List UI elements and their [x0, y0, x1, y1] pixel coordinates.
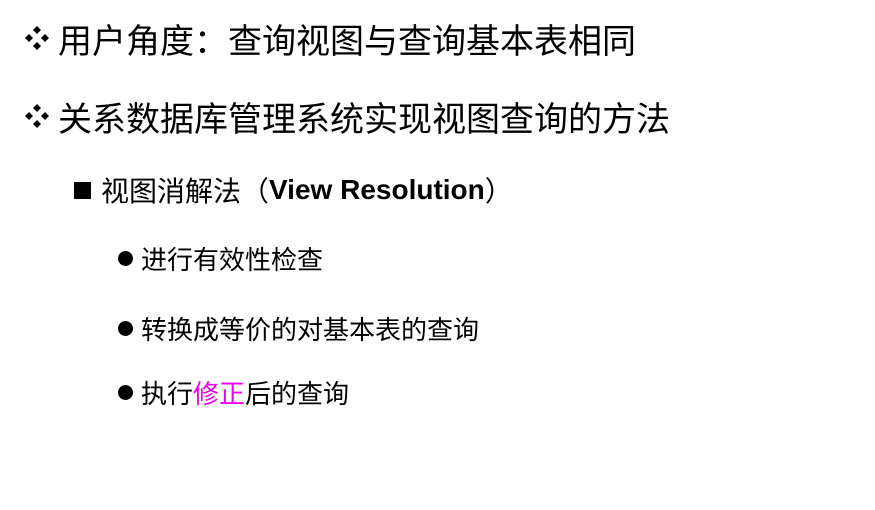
diamond-icon — [22, 101, 52, 131]
dot-icon — [118, 250, 133, 266]
slide: 用户角度：查询视图与查询基本表相同 关系数据库管理系统实现视图查询的方法 视图消… — [0, 0, 875, 510]
dot-icon — [118, 384, 133, 400]
bullet-line-1: 用户角度：查询视图与查询基本表相同 — [22, 12, 636, 64]
line-text-latin: View Resolution — [269, 174, 485, 205]
line-text-prefix: 执行 — [141, 379, 194, 410]
bullet-line-2: 关系数据库管理系统实现视图查询的方法 — [22, 90, 670, 142]
line-text-suffix: 后的查询 — [245, 379, 350, 410]
highlighted-text: 修正 — [193, 379, 246, 410]
square-icon — [74, 181, 91, 199]
bullet-line-3: 视图消解法（ View Resolution ） — [72, 168, 513, 212]
dot-icon — [118, 320, 133, 336]
bullet-line-5: 转换成等价的对基本表的查询 — [118, 308, 479, 348]
bullet-line-4: 进行有效性检查 — [118, 238, 323, 278]
line-text: 转换成等价的对基本表的查询 — [141, 315, 480, 346]
line-text-suffix: ） — [484, 175, 513, 208]
line-text-prefix: 视图消解法（ — [101, 175, 270, 208]
line-text: 关系数据库管理系统实现视图查询的方法 — [58, 99, 670, 140]
diamond-icon — [22, 23, 52, 53]
bullet-line-6: 执行 修正 后的查询 — [118, 372, 349, 412]
line-text: 用户角度：查询视图与查询基本表相同 — [58, 21, 636, 62]
line-text: 进行有效性检查 — [141, 245, 324, 276]
